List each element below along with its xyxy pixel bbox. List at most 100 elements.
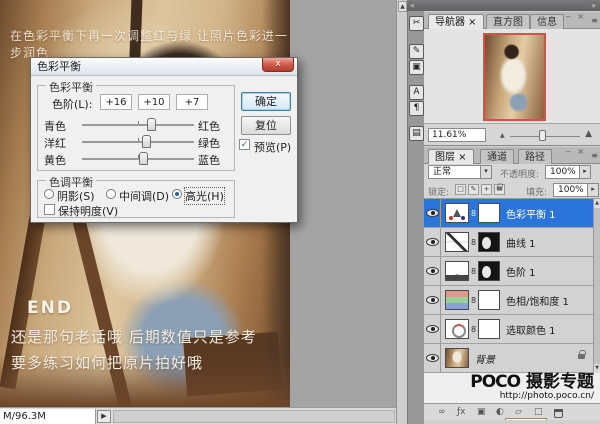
vertical-scrollbar[interactable]: ▲ — [396, 0, 407, 424]
layer-row-curves[interactable]: 8 曲线 1 — [424, 228, 593, 257]
yellow-blue-slider-track[interactable] — [82, 158, 194, 160]
panel-minimize-close-icons[interactable]: ‒ × — [566, 12, 586, 21]
midtones-label[interactable]: 中间调(D) — [119, 188, 169, 204]
layer-mask-thumbnail[interactable] — [478, 203, 500, 223]
panel-menu-icon[interactable]: ≡ — [591, 16, 598, 25]
status-menu-arrow[interactable]: ▶ — [97, 410, 111, 423]
zoom-slider[interactable]: ▲ ▲ — [500, 127, 592, 143]
tab-histogram[interactable]: 直方图 — [486, 14, 530, 29]
tab-info[interactable]: 信息 — [530, 14, 564, 29]
zoom-out-icon[interactable]: ▲ — [500, 132, 505, 139]
layer-style-fx-icon[interactable]: ƒx — [457, 407, 466, 418]
scroll-up-icon[interactable]: ▲ — [594, 199, 600, 208]
adjustment-thumbnail[interactable] — [445, 203, 469, 223]
lock-position-icon[interactable]: + — [481, 184, 492, 195]
cyan-red-slider-track[interactable] — [82, 124, 194, 126]
visibility-eye-icon[interactable] — [426, 238, 439, 246]
dropdown-arrow-icon[interactable]: ▾ — [480, 166, 491, 178]
zoom-slider-thumb[interactable] — [539, 130, 546, 141]
layer-row-background[interactable]: 背景 — [424, 344, 593, 373]
layer-row-levels[interactable]: 8 色阶 1 — [424, 257, 593, 286]
clone-stamp-tool[interactable]: ▣ — [409, 60, 424, 75]
adjustment-thumbnail[interactable] — [445, 261, 469, 281]
magenta-green-value-field[interactable]: +10 — [138, 94, 170, 110]
yellow-blue-value-field[interactable]: +7 — [176, 94, 208, 110]
document-size-field[interactable]: M/96.3M — [0, 409, 96, 424]
scroll-down-icon[interactable]: ▼ — [594, 364, 600, 373]
reset-button[interactable]: 复位 — [241, 116, 291, 135]
highlights-radio[interactable] — [172, 189, 182, 199]
visibility-eye-icon[interactable] — [426, 267, 439, 275]
tab-navigator[interactable]: 导航器 × — [428, 14, 484, 29]
panel-minimize-close-icons[interactable]: ‒ × — [566, 147, 586, 156]
zoom-in-icon[interactable]: ▲ — [585, 129, 592, 139]
visibility-eye-icon[interactable] — [426, 209, 439, 217]
delete-layer-icon[interactable] — [554, 409, 563, 418]
tab-channels[interactable]: 通道 — [480, 149, 514, 164]
horizontal-scrollbar[interactable] — [113, 410, 395, 423]
navigator-thumbnail[interactable] — [483, 33, 546, 121]
visibility-eye-icon[interactable] — [426, 354, 439, 362]
layer-row-selective-color[interactable]: 8 选取颜色 1 — [424, 315, 593, 344]
end-label: END — [27, 298, 73, 318]
close-icon[interactable]: x — [262, 58, 294, 72]
preserve-luminosity-checkbox[interactable] — [44, 204, 55, 215]
adjustment-thumbnail[interactable] — [445, 232, 469, 252]
preview-checkbox[interactable]: ✓ — [239, 139, 250, 150]
photoshop-window: 在色彩平衡下再一次调整红与绿 让照片色彩进一步润色 END 还是那句老话哦 后期… — [0, 0, 600, 424]
blend-mode-dropdown[interactable]: 正常 ▾ — [428, 165, 492, 179]
layer-mask-thumbnail[interactable] — [478, 319, 500, 339]
lock-all-icon[interactable] — [494, 184, 505, 195]
yellow-blue-slider-thumb[interactable] — [139, 152, 148, 165]
layer-mask-thumbnail[interactable] — [478, 261, 500, 281]
lock-paint-icon[interactable]: ✎ — [468, 184, 479, 195]
scroll-up-icon[interactable]: ▲ — [398, 1, 407, 12]
background-thumbnail[interactable] — [445, 348, 469, 368]
collapse-dock-icon[interactable]: « — [410, 1, 415, 10]
history-brush-tool[interactable]: ✎ — [409, 44, 424, 59]
visibility-eye-icon[interactable] — [426, 296, 439, 304]
new-group-icon[interactable]: ▱ — [515, 407, 522, 418]
midtones-radio[interactable] — [106, 189, 116, 199]
tab-paths[interactable]: 路径 — [518, 149, 552, 164]
fill-field[interactable]: 100% ▸ — [553, 183, 599, 197]
fill-value: 100% — [558, 185, 584, 195]
layer-mask-thumbnail[interactable] — [478, 232, 500, 252]
link-layers-icon[interactable]: ∞ — [438, 407, 446, 418]
notes-tool[interactable]: ▤ — [409, 126, 424, 141]
path-select-tool[interactable]: ¶ — [409, 101, 424, 116]
panel-menu-icon[interactable]: ≡ — [591, 151, 598, 160]
cyan-red-value-field[interactable]: +16 — [100, 94, 132, 110]
adjustment-layer-icon[interactable]: ◐ — [496, 407, 504, 418]
type-tool[interactable]: A — [409, 85, 424, 100]
dock-header-bar[interactable]: « » — [407, 0, 600, 11]
zoom-percent-field[interactable]: 11.61% — [428, 128, 486, 142]
spinner-arrow-icon[interactable]: ▸ — [587, 184, 598, 196]
magenta-green-slider-track[interactable] — [82, 141, 194, 143]
layer-mask-thumbnail[interactable] — [478, 290, 500, 310]
levels-label: 色阶(L): — [52, 96, 92, 112]
highlights-label[interactable]: 高光(H) — [185, 188, 224, 204]
shadows-label[interactable]: 阴影(S) — [57, 188, 95, 204]
lock-transparency-icon[interactable]: □ — [455, 184, 466, 195]
add-mask-icon[interactable]: ▣ — [477, 407, 486, 418]
cyan-red-slider-thumb[interactable] — [147, 118, 156, 131]
layers-list: 8 色彩平衡 1 8 曲线 1 8 色阶 1 8 色相/饱和度 1 — [424, 199, 600, 373]
spinner-arrow-icon[interactable]: ▸ — [579, 166, 590, 178]
magenta-green-slider-thumb[interactable] — [142, 135, 151, 148]
lock-label: 锁定: — [428, 185, 449, 198]
healing-brush-tool[interactable]: ✂ — [409, 16, 424, 31]
adjustment-thumbnail[interactable] — [445, 319, 469, 339]
tab-layers[interactable]: 图层 × — [428, 149, 474, 164]
opacity-field[interactable]: 100% ▸ — [545, 165, 591, 179]
ok-button[interactable]: 确定 — [241, 92, 291, 111]
visibility-eye-icon[interactable] — [426, 325, 439, 333]
new-layer-icon[interactable]: □ — [534, 407, 543, 418]
expand-dock-icon[interactable]: » — [591, 1, 596, 10]
dialog-titlebar[interactable]: 色彩平衡 x — [31, 58, 297, 76]
layer-row-hue-saturation[interactable]: 8 色相/饱和度 1 — [424, 286, 593, 315]
shadows-radio[interactable] — [44, 189, 54, 199]
layers-scrollbar[interactable]: ▲ ▼ — [593, 199, 600, 373]
adjustment-thumbnail[interactable] — [445, 290, 469, 310]
layer-row-color-balance[interactable]: 8 色彩平衡 1 — [424, 199, 593, 228]
